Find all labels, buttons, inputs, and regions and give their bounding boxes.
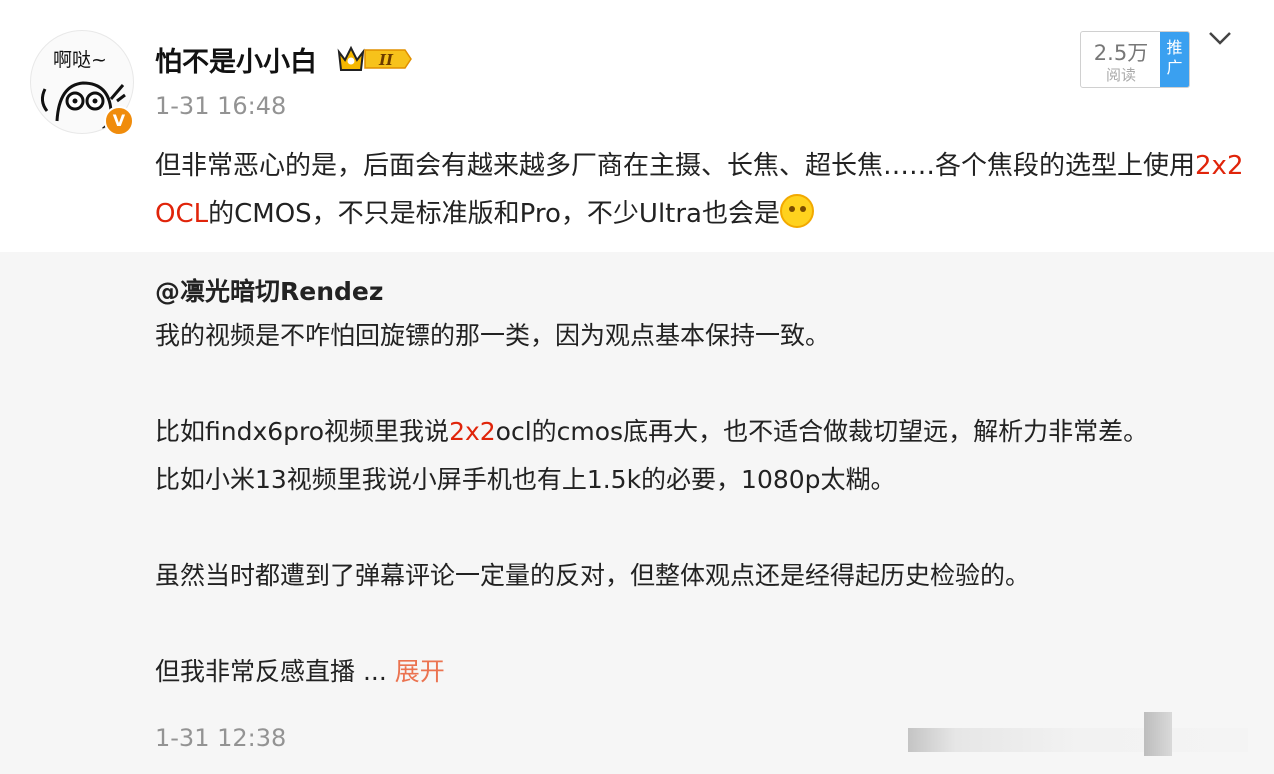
repost-line: 我的视频是不咋怕回旋镖的那一类，因为观点基本保持一致。: [155, 321, 831, 350]
repost-body: 我的视频是不咋怕回旋镖的那一类，因为观点基本保持一致。 比如findx6pro视…: [155, 312, 1255, 696]
expand-link[interactable]: 展开: [395, 657, 445, 686]
repost-line: 虽然当时都遭到了弹幕评论一定量的反对，但整体观点还是经得起历史检验的。: [155, 561, 1031, 590]
post-header-section: 啊哒~ V 怕不是小小白 II 1-31 16:48 2.5万 阅读 推广 但非…: [0, 0, 1274, 252]
repost-line2-part2: ocl的cmos底再大，也不适合做裁切望远，解析力非常差。: [495, 417, 1149, 446]
read-count: 2.5万: [1093, 41, 1149, 65]
post-text-part1: 但非常恶心的是，后面会有越来越多厂商在主摄、长焦、超长焦……各个焦段的选型上使用: [155, 151, 1196, 181]
repost-author-link[interactable]: @凛光暗切Rendez: [155, 272, 383, 308]
post-text: 但非常恶心的是，后面会有越来越多厂商在主摄、长焦、超长焦……各个焦段的选型上使用…: [155, 142, 1255, 238]
promote-button[interactable]: 推广: [1160, 32, 1189, 87]
post-timestamp[interactable]: 1-31 16:48: [155, 92, 286, 120]
crown-level-icon[interactable]: II: [335, 42, 413, 76]
repost-line: 比如findx6pro视频里我说2x2ocl的cmos底再大，也不适合做裁切望远…: [155, 408, 1255, 456]
post-text-part2: 的CMOS，不只是标准版和Pro，不少Ultra也会是: [208, 199, 780, 229]
repost-section: @凛光暗切Rendez 我的视频是不咋怕回旋镖的那一类，因为观点基本保持一致。 …: [0, 252, 1274, 774]
repost-line5-text: 但我非常反感直播 ...: [155, 657, 395, 686]
repost-action-block[interactable]: [1144, 712, 1172, 756]
repost-timestamp[interactable]: 1-31 12:38: [155, 724, 286, 752]
read-count-box[interactable]: 2.5万 阅读 推广: [1080, 31, 1190, 88]
chevron-down-icon[interactable]: [1207, 28, 1233, 48]
repost-line: 但我非常反感直播 ... 展开: [155, 648, 1255, 696]
verified-badge-icon: V: [104, 106, 134, 136]
thinking-face-emoji-icon: [779, 194, 814, 228]
repost-line2-highlight: 2x2: [449, 417, 496, 446]
repost-line2-part1: 比如findx6pro视频里我说: [155, 417, 450, 446]
avatar-caption: 啊哒~: [53, 49, 107, 71]
username[interactable]: 怕不是小小白: [155, 40, 317, 79]
repost-line: 比如小米13视频里我说小屏手机也有上1.5k的必要，1080p太糊。: [155, 465, 896, 494]
repost-action-bar[interactable]: [908, 728, 1248, 752]
level-badge-text: II: [378, 51, 394, 69]
read-label: 阅读: [1105, 66, 1136, 84]
